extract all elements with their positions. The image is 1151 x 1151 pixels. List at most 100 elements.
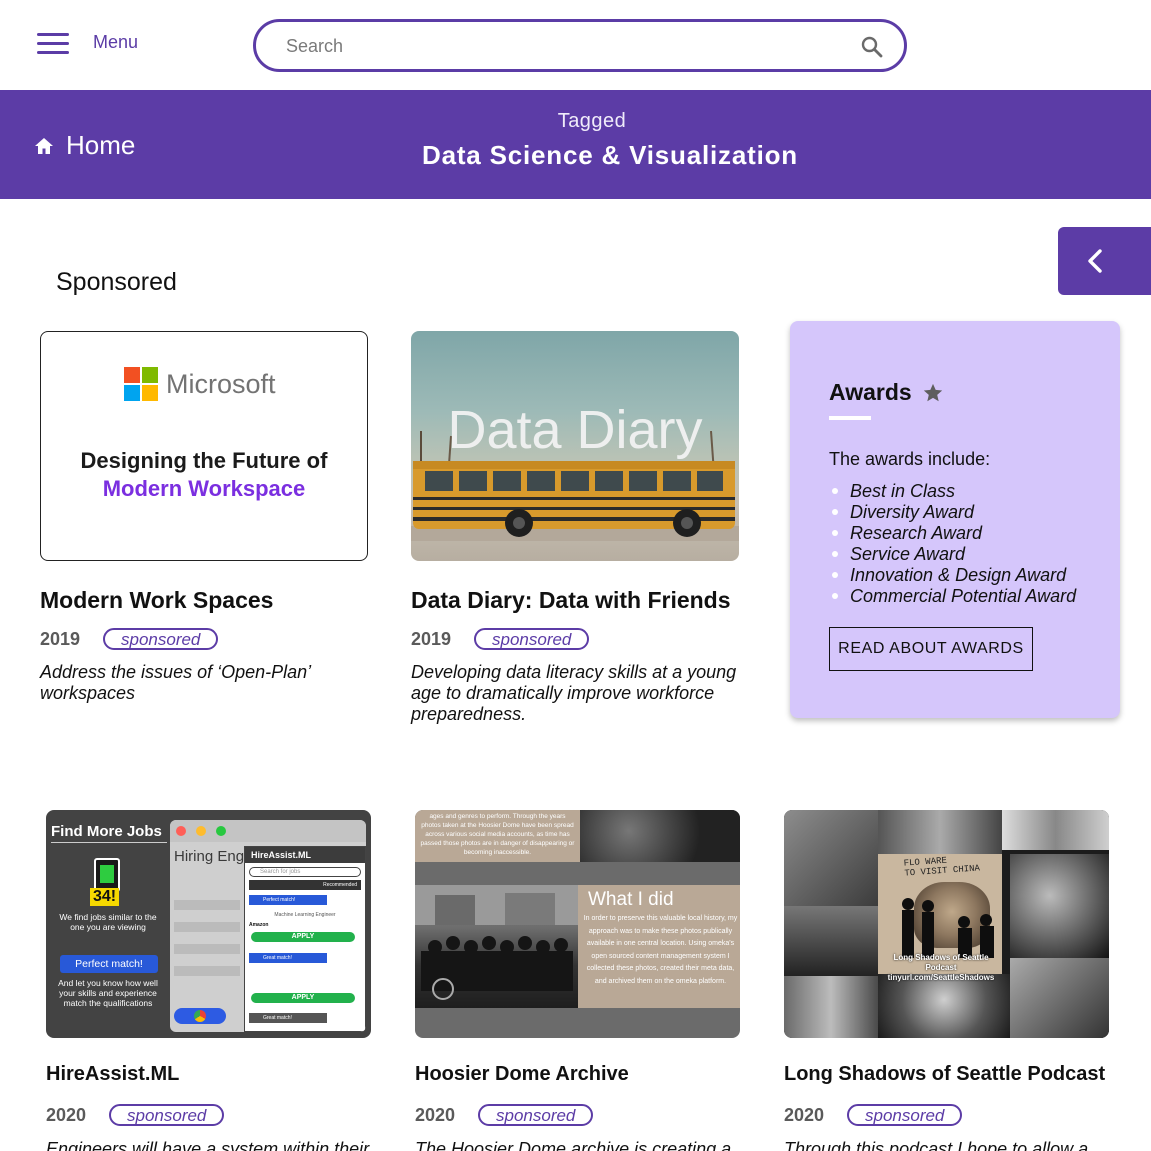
panel-match-3: Great match! xyxy=(249,1013,327,1023)
project-card-modern-work-spaces[interactable]: Microsoft Designing the Future of Modern… xyxy=(40,331,370,704)
card-thumbnail[interactable]: Find More Jobs 34! We find jobs similar … xyxy=(46,810,371,1038)
search-icon[interactable] xyxy=(860,35,884,59)
thumb-caption-title: Long Shadows of Seattle Podcast xyxy=(893,953,989,972)
silhouettes-image xyxy=(902,898,994,958)
card-description: Address the issues of ‘Open-Plan’ worksp… xyxy=(40,662,311,703)
panel-match-1: Perfect match! xyxy=(249,895,327,905)
award-item: Best in Class xyxy=(830,481,1076,502)
card-year: 2019 xyxy=(40,628,81,649)
award-item: Commercial Potential Award xyxy=(830,586,1076,607)
panel-company: Amazon xyxy=(249,922,269,928)
award-item: Research Award xyxy=(830,523,1076,544)
card-title[interactable]: Modern Work Spaces xyxy=(40,587,370,614)
chrome-button xyxy=(174,1008,226,1024)
menu-label: Menu xyxy=(93,31,139,52)
sponsored-badge: sponsored xyxy=(847,1104,963,1126)
thumb-similar-text: We find jobs similar to the one you are … xyxy=(59,912,157,932)
awards-title: Awards xyxy=(829,379,944,406)
chrome-icon xyxy=(194,1010,206,1022)
apply-button[interactable]: APPLY xyxy=(251,993,355,1003)
card-description: Developing data literacy skills at a you… xyxy=(411,662,737,724)
maximize-dot-icon xyxy=(216,826,226,836)
chevron-left-icon xyxy=(1088,249,1102,273)
panel-job: Machine Learning Engineer xyxy=(274,912,336,918)
thumb-overlay-text: Data Diary xyxy=(447,400,703,460)
thumb-top-text: ages and genres to perform. Through the … xyxy=(415,810,580,862)
awards-intro: The awards include: xyxy=(829,449,991,469)
panel-match-2: Great match! xyxy=(249,953,327,963)
card-year: 2020 xyxy=(46,1104,87,1125)
card-title[interactable]: HireAssist.ML xyxy=(46,1063,376,1086)
group-photo xyxy=(415,885,578,1008)
collage-photo xyxy=(1010,958,1109,1038)
card-thumbnail[interactable]: ages and genres to perform. Through the … xyxy=(415,810,740,1038)
collage-photo xyxy=(1002,810,1109,850)
project-card-long-shadows[interactable]: FLO WARE TO VISIT CHINA Long Shadows of … xyxy=(784,810,1114,1151)
awards-panel: Awards The awards include: Best in Class… xyxy=(790,321,1120,718)
collapse-panel-button[interactable] xyxy=(1058,227,1151,295)
project-card-hoosier-dome[interactable]: ages and genres to perform. Through the … xyxy=(415,810,745,1151)
placeholder-bar xyxy=(174,944,240,954)
what-i-did-box: What I did In order to preserve this val… xyxy=(578,885,740,1008)
panel-recommended: Recommended xyxy=(249,880,361,890)
awards-divider xyxy=(829,416,871,420)
thumb-line-2: Modern Workspace xyxy=(102,476,306,501)
card-thumbnail[interactable]: Data Diary xyxy=(411,331,739,561)
placeholder-bar xyxy=(174,900,240,910)
card-year: 2020 xyxy=(415,1104,456,1125)
hamburger-menu-icon xyxy=(37,30,69,54)
card-meta: 2019 sponsored xyxy=(40,628,370,650)
card-title[interactable]: Hoosier Dome Archive xyxy=(415,1063,745,1086)
thumb-count: 34! xyxy=(90,888,120,906)
award-item: Diversity Award xyxy=(830,502,1076,523)
collage-photo xyxy=(878,974,1010,1038)
collage-photo xyxy=(784,906,878,976)
card-year: 2020 xyxy=(784,1104,825,1125)
microsoft-logo-icon xyxy=(124,367,158,401)
thumb-know-text: And let you know how well your skills an… xyxy=(58,978,158,1008)
microsoft-logo: Microsoft xyxy=(124,367,276,401)
sponsored-badge: sponsored xyxy=(478,1104,594,1126)
card-thumbnail[interactable]: FLO WARE TO VISIT CHINA Long Shadows of … xyxy=(784,810,1109,1038)
thumb-find-jobs: Find More Jobs xyxy=(51,823,162,840)
extension-panel: HireAssist.ML Search for jobs Recommende… xyxy=(244,846,366,1032)
award-item: Innovation & Design Award xyxy=(830,565,1076,586)
project-card-data-diary[interactable]: Data Diary Data Diary: Data with Friends… xyxy=(411,331,741,725)
card-title[interactable]: Long Shadows of Seattle Podcast xyxy=(784,1063,1114,1086)
card-description: The Hoosier Dome archive is creating a xyxy=(415,1139,732,1151)
apply-button[interactable]: APPLY xyxy=(251,932,355,942)
thumb-caption: Long Shadows of Seattle Podcast tinyurl.… xyxy=(880,953,1002,983)
top-bar: Menu xyxy=(0,0,1151,90)
card-meta: 2020 sponsored xyxy=(415,1104,745,1126)
thumb-brand: Microsoft xyxy=(166,368,276,399)
menu-button[interactable]: Menu xyxy=(37,30,138,54)
browser-window-mock: Hiring Engineers HireAssist.ML Search fo… xyxy=(170,820,366,1032)
awards-list: Best in Class Diversity Award Research A… xyxy=(830,481,1076,607)
tagged-label: Tagged xyxy=(557,110,627,132)
sponsored-badge: sponsored xyxy=(474,628,590,650)
star-icon xyxy=(923,383,942,401)
thumb-line-1: Designing the Future of xyxy=(80,448,328,473)
sponsored-badge: sponsored xyxy=(109,1104,225,1126)
panel-title: HireAssist.ML xyxy=(245,847,365,863)
collage-photo xyxy=(1010,854,1109,958)
card-title[interactable]: Data Diary: Data with Friends xyxy=(411,587,741,614)
tag-title: Data Science & Visualization xyxy=(422,140,798,170)
search-bar xyxy=(253,19,907,72)
phone-check-icon xyxy=(94,858,120,892)
panel-search: Search for jobs xyxy=(249,867,361,877)
close-dot-icon xyxy=(176,826,186,836)
card-year: 2019 xyxy=(411,628,452,649)
card-thumbnail[interactable]: Microsoft Designing the Future of Modern… xyxy=(40,331,368,561)
sponsored-badge: sponsored xyxy=(103,628,219,650)
placeholder-bar xyxy=(174,922,240,932)
section-title: Sponsored xyxy=(56,268,177,296)
search-input[interactable] xyxy=(286,32,846,60)
thumb-divider xyxy=(51,842,167,843)
read-about-awards-button[interactable]: READ ABOUT AWARDS xyxy=(829,627,1033,671)
project-card-hireassist[interactable]: Find More Jobs 34! We find jobs similar … xyxy=(46,810,376,1151)
collage-photo xyxy=(784,976,878,1038)
hireassist-promo: Find More Jobs 34! We find jobs similar … xyxy=(46,810,170,1038)
minimize-dot-icon xyxy=(196,826,206,836)
thumb-caption-url: tinyurl.com/SeattleShadows xyxy=(887,973,995,982)
